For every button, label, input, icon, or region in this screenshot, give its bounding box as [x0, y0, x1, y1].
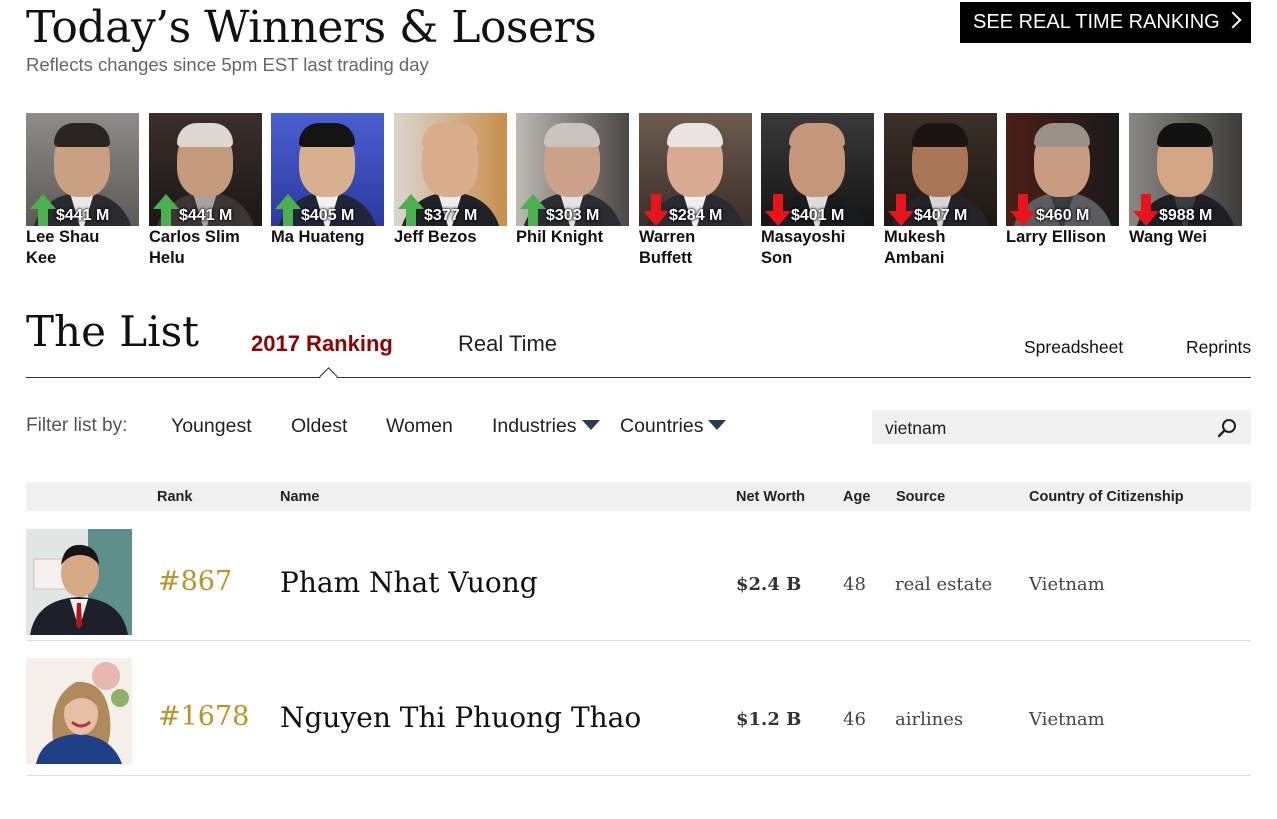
- mover-change: $401 M: [791, 207, 845, 224]
- mover-change: $460 M: [1036, 207, 1090, 224]
- filter-label: Filter list by:: [26, 415, 128, 436]
- filter-oldest[interactable]: Oldest: [291, 415, 347, 438]
- arrow-up-icon: [398, 194, 424, 226]
- mover-card[interactable]: $407 M Mukesh Ambani: [884, 113, 997, 269]
- mover-photo: $401 M: [761, 113, 874, 226]
- mover-card[interactable]: $284 M Warren Buffett: [639, 113, 752, 269]
- mover-photo: $441 M: [26, 113, 139, 226]
- column-name[interactable]: Name: [280, 489, 320, 505]
- mover-change: $407 M: [914, 207, 968, 224]
- mover-name: Phil Knight: [516, 228, 604, 246]
- mover-photo: $441 M: [149, 113, 262, 226]
- arrow-up-icon: [30, 194, 56, 226]
- mover-name: Jeff Bezos: [394, 228, 477, 246]
- mover-card[interactable]: $401 M Masayoshi Son: [761, 113, 874, 269]
- mover-card[interactable]: $441 M Lee Shau Kee: [26, 113, 139, 269]
- arrow-down-icon: [1010, 194, 1036, 226]
- net-worth: $2.4 B: [736, 574, 802, 595]
- avatar: [26, 658, 132, 764]
- mover-change: $405 M: [301, 207, 355, 224]
- search-box: [872, 410, 1251, 446]
- rank: #867: [158, 566, 233, 597]
- mover-name: Lee Shau Kee: [26, 228, 100, 267]
- table-row[interactable]: #1678 Nguyen Thi Phuong Thao $1.2 B 46 a…: [26, 646, 1251, 776]
- mover-card[interactable]: $460 M Larry Ellison: [1006, 113, 1119, 248]
- mover-photo: $988 M: [1129, 113, 1242, 226]
- age: 46: [843, 709, 866, 730]
- tab-2017-ranking[interactable]: 2017 Ranking: [251, 331, 393, 357]
- caret-down-icon: [708, 420, 727, 430]
- mover-change: $303 M: [546, 207, 600, 224]
- mover-name: Mukesh Ambani: [884, 228, 946, 267]
- see-real-time-ranking-button[interactable]: SEE REAL TIME RANKING: [960, 2, 1251, 43]
- mover-photo: $377 M: [394, 113, 507, 226]
- person-name[interactable]: Pham Nhat Vuong: [280, 566, 538, 599]
- arrow-up-icon: [275, 194, 301, 226]
- column-net-worth[interactable]: Net Worth: [736, 489, 805, 505]
- search-input[interactable]: [872, 410, 1217, 446]
- column-country[interactable]: Country of Citizenship: [1029, 489, 1184, 505]
- active-tab-caret: [319, 367, 338, 386]
- page-subtitle: Reflects changes since 5pm EST last trad…: [26, 54, 429, 75]
- arrow-down-icon: [1133, 194, 1159, 226]
- column-age[interactable]: Age: [843, 489, 870, 505]
- mover-name: Wang Wei: [1129, 228, 1207, 246]
- reprints-link[interactable]: Reprints: [1186, 337, 1251, 358]
- country: Vietnam: [1029, 709, 1105, 730]
- arrow-down-icon: [888, 194, 914, 226]
- search-icon[interactable]: [1217, 418, 1237, 438]
- filter-women[interactable]: Women: [386, 415, 453, 438]
- mover-photo: $407 M: [884, 113, 997, 226]
- column-source[interactable]: Source: [896, 489, 945, 505]
- page-title: Today’s Winners & Losers: [26, 2, 597, 53]
- tab-real-time[interactable]: Real Time: [458, 331, 557, 357]
- arrow-up-icon: [520, 194, 546, 226]
- mover-card[interactable]: $303 M Phil Knight: [516, 113, 629, 248]
- age: 48: [843, 574, 866, 595]
- arrow-down-icon: [643, 194, 669, 226]
- mover-photo: $460 M: [1006, 113, 1119, 226]
- column-rank[interactable]: Rank: [157, 489, 192, 505]
- mover-name: Ma Huateng: [271, 228, 365, 246]
- table-header: Rank Name Net Worth Age Source Country o…: [26, 482, 1251, 511]
- mover-name: Larry Ellison: [1006, 228, 1106, 246]
- mover-name: Carlos Slim Helu: [149, 228, 240, 267]
- filter-countries-dropdown[interactable]: Countries: [620, 415, 727, 438]
- see-real-time-ranking-label: SEE REAL TIME RANKING: [973, 11, 1220, 33]
- mover-name: Masayoshi Son: [761, 228, 846, 267]
- source: real estate: [895, 574, 993, 595]
- filter-youngest[interactable]: Youngest: [171, 415, 252, 438]
- mover-photo: $303 M: [516, 113, 629, 226]
- arrow-down-icon: [765, 194, 791, 226]
- caret-down-icon: [581, 420, 600, 430]
- mover-photo: $405 M: [271, 113, 384, 226]
- country: Vietnam: [1029, 574, 1105, 595]
- mover-card[interactable]: $405 M Ma Huateng: [271, 113, 384, 248]
- chevron-right-icon: [1224, 11, 1242, 29]
- tab-divider: [26, 377, 1251, 378]
- mover-change: $988 M: [1159, 207, 1213, 224]
- mover-change: $441 M: [179, 207, 233, 224]
- person-name[interactable]: Nguyen Thi Phuong Thao: [280, 701, 641, 734]
- source: airlines: [895, 709, 964, 730]
- mover-change: $377 M: [424, 207, 478, 224]
- rank: #1678: [158, 701, 250, 732]
- list-title: The List: [26, 307, 200, 356]
- mover-photo: $284 M: [639, 113, 752, 226]
- avatar: [26, 529, 132, 635]
- mover-card[interactable]: $988 M Wang Wei: [1129, 113, 1242, 248]
- filter-industries-label: Industries: [492, 415, 577, 437]
- mover-change: $284 M: [669, 207, 723, 224]
- table-row[interactable]: #867 Pham Nhat Vuong $2.4 B 48 real esta…: [26, 511, 1251, 641]
- mover-change: $441 M: [56, 207, 110, 224]
- spreadsheet-link[interactable]: Spreadsheet: [1024, 337, 1123, 358]
- net-worth: $1.2 B: [736, 709, 802, 730]
- mover-card[interactable]: $377 M Jeff Bezos: [394, 113, 507, 248]
- mover-card[interactable]: $441 M Carlos Slim Helu: [149, 113, 262, 269]
- mover-name: Warren Buffett: [639, 228, 696, 267]
- filter-industries-dropdown[interactable]: Industries: [492, 415, 600, 438]
- arrow-up-icon: [153, 194, 179, 226]
- filter-countries-label: Countries: [620, 415, 704, 437]
